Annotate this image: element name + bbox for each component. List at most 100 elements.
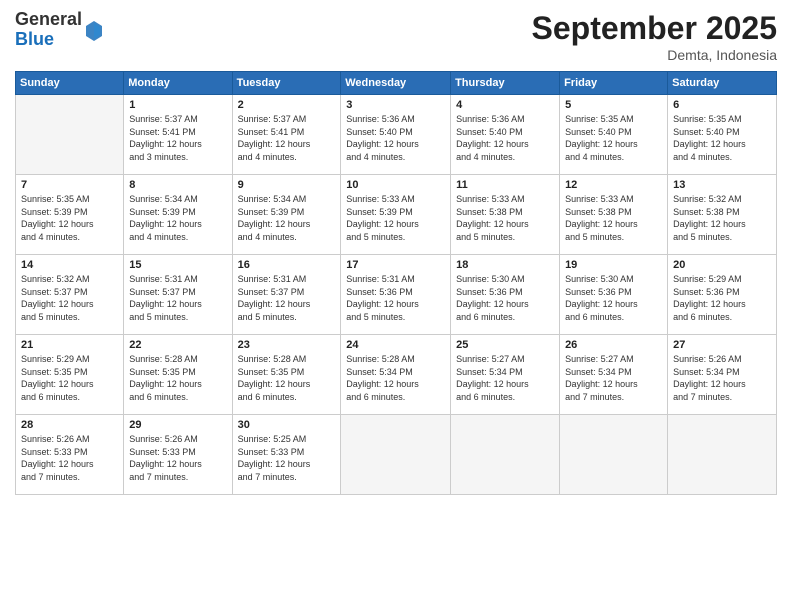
day-number: 18 bbox=[456, 259, 554, 271]
calendar-cell: 10Sunrise: 5:33 AMSunset: 5:39 PMDayligh… bbox=[341, 175, 451, 255]
calendar-cell: 13 Sunrise: 5:32 AMSunset: 5:38 PMDayligh… bbox=[668, 175, 777, 255]
day-info: Sunrise: 5:37 AMSunset: 5:41 PMDaylight:… bbox=[238, 113, 336, 163]
calendar-cell: 5 Sunrise: 5:35 AMSunset: 5:40 PMDaylight… bbox=[560, 95, 668, 175]
day-info: Sunrise: 5:28 AMSunset: 5:34 PMDaylight:… bbox=[346, 353, 445, 403]
calendar-cell: 24 Sunrise: 5:28 AMSunset: 5:34 PMDayligh… bbox=[341, 335, 451, 415]
day-number: 23 bbox=[238, 339, 336, 351]
day-header-monday: Monday bbox=[124, 72, 232, 95]
day-info: Sunrise: 5:29 AMSunset: 5:35 PMDaylight:… bbox=[21, 353, 118, 403]
calendar-cell: 25Sunrise: 5:27 AMSunset: 5:34 PMDayligh… bbox=[451, 335, 560, 415]
day-number: 13 bbox=[673, 179, 771, 191]
day-info: Sunrise: 5:33 AMSunset: 5:38 PMDaylight:… bbox=[456, 193, 554, 243]
title-area: September 2025 Demta, Indonesia bbox=[532, 10, 777, 63]
day-number: 2 bbox=[238, 99, 336, 111]
logo-general: General bbox=[15, 10, 82, 30]
day-info: Sunrise: 5:33 AMSunset: 5:38 PMDaylight:… bbox=[565, 193, 662, 243]
day-info: Sunrise: 5:34 AMSunset: 5:39 PMDaylight:… bbox=[129, 193, 226, 243]
calendar-cell: 23 Sunrise: 5:28 AMSunset: 5:35 PMDayligh… bbox=[232, 335, 341, 415]
logo: General Blue bbox=[15, 10, 103, 50]
calendar-cell: 6 Sunrise: 5:35 AMSunset: 5:40 PMDaylight… bbox=[668, 95, 777, 175]
calendar-cell: 19 Sunrise: 5:30 AMSunset: 5:36 PMDayligh… bbox=[560, 255, 668, 335]
day-number: 17 bbox=[346, 259, 445, 271]
day-info: Sunrise: 5:32 AMSunset: 5:38 PMDaylight:… bbox=[673, 193, 771, 243]
calendar-cell: 7 Sunrise: 5:35 AMSunset: 5:39 PMDaylight… bbox=[16, 175, 124, 255]
page-container: General Blue September 2025 Demta, Indon… bbox=[0, 0, 792, 612]
calendar-cell: 28Sunrise: 5:26 AMSunset: 5:33 PMDayligh… bbox=[16, 415, 124, 495]
day-number: 19 bbox=[565, 259, 662, 271]
day-number: 12 bbox=[565, 179, 662, 191]
location-subtitle: Demta, Indonesia bbox=[532, 47, 777, 63]
day-header-thursday: Thursday bbox=[451, 72, 560, 95]
calendar-cell: 15 Sunrise: 5:31 AMSunset: 5:37 PMDayligh… bbox=[124, 255, 232, 335]
day-header-tuesday: Tuesday bbox=[232, 72, 341, 95]
day-info: Sunrise: 5:36 AMSunset: 5:40 PMDaylight:… bbox=[456, 113, 554, 163]
day-info: Sunrise: 5:33 AMSunset: 5:39 PMDaylight:… bbox=[346, 193, 445, 243]
day-info: Sunrise: 5:30 AMSunset: 5:36 PMDaylight:… bbox=[456, 273, 554, 323]
calendar-cell bbox=[16, 95, 124, 175]
day-info: Sunrise: 5:35 AMSunset: 5:40 PMDaylight:… bbox=[673, 113, 771, 163]
calendar-cell: 12 Sunrise: 5:33 AMSunset: 5:38 PMDayligh… bbox=[560, 175, 668, 255]
day-number: 30 bbox=[238, 419, 336, 431]
logo-icon bbox=[85, 20, 103, 42]
calendar-cell bbox=[668, 415, 777, 495]
day-info: Sunrise: 5:32 AMSunset: 5:37 PMDaylight:… bbox=[21, 273, 118, 323]
calendar-cell: 8Sunrise: 5:34 AMSunset: 5:39 PMDaylight… bbox=[124, 175, 232, 255]
day-number: 27 bbox=[673, 339, 771, 351]
logo-blue: Blue bbox=[15, 30, 82, 50]
header: General Blue September 2025 Demta, Indon… bbox=[15, 10, 777, 63]
day-number: 24 bbox=[346, 339, 445, 351]
day-info: Sunrise: 5:26 AMSunset: 5:33 PMDaylight:… bbox=[129, 433, 226, 483]
day-number: 28 bbox=[21, 419, 118, 431]
day-number: 29 bbox=[129, 419, 226, 431]
day-header-sunday: Sunday bbox=[16, 72, 124, 95]
calendar-cell bbox=[560, 415, 668, 495]
day-number: 26 bbox=[565, 339, 662, 351]
day-info: Sunrise: 5:30 AMSunset: 5:36 PMDaylight:… bbox=[565, 273, 662, 323]
calendar-cell: 17Sunrise: 5:31 AMSunset: 5:36 PMDayligh… bbox=[341, 255, 451, 335]
calendar-cell: 2 Sunrise: 5:37 AMSunset: 5:41 PMDaylight… bbox=[232, 95, 341, 175]
day-number: 4 bbox=[456, 99, 554, 111]
day-info: Sunrise: 5:34 AMSunset: 5:39 PMDaylight:… bbox=[238, 193, 336, 243]
day-number: 22 bbox=[129, 339, 226, 351]
day-header-saturday: Saturday bbox=[668, 72, 777, 95]
day-number: 11 bbox=[456, 179, 554, 191]
day-number: 21 bbox=[21, 339, 118, 351]
day-number: 20 bbox=[673, 259, 771, 271]
day-info: Sunrise: 5:36 AMSunset: 5:40 PMDaylight:… bbox=[346, 113, 445, 163]
day-number: 16 bbox=[238, 259, 336, 271]
week-row-2: 7 Sunrise: 5:35 AMSunset: 5:39 PMDaylight… bbox=[16, 175, 777, 255]
calendar-cell: 21 Sunrise: 5:29 AMSunset: 5:35 PMDayligh… bbox=[16, 335, 124, 415]
day-number: 5 bbox=[565, 99, 662, 111]
calendar-cell bbox=[341, 415, 451, 495]
calendar-cell: 4 Sunrise: 5:36 AMSunset: 5:40 PMDaylight… bbox=[451, 95, 560, 175]
day-info: Sunrise: 5:27 AMSunset: 5:34 PMDaylight:… bbox=[565, 353, 662, 403]
calendar-header-row: SundayMondayTuesdayWednesdayThursdayFrid… bbox=[16, 72, 777, 95]
calendar-cell bbox=[451, 415, 560, 495]
calendar-cell: 3 Sunrise: 5:36 AMSunset: 5:40 PMDaylight… bbox=[341, 95, 451, 175]
day-info: Sunrise: 5:28 AMSunset: 5:35 PMDaylight:… bbox=[129, 353, 226, 403]
day-number: 14 bbox=[21, 259, 118, 271]
day-number: 3 bbox=[346, 99, 445, 111]
day-number: 1 bbox=[129, 99, 226, 111]
day-info: Sunrise: 5:28 AMSunset: 5:35 PMDaylight:… bbox=[238, 353, 336, 403]
day-info: Sunrise: 5:29 AMSunset: 5:36 PMDaylight:… bbox=[673, 273, 771, 323]
calendar-cell: 9 Sunrise: 5:34 AMSunset: 5:39 PMDaylight… bbox=[232, 175, 341, 255]
calendar-table: SundayMondayTuesdayWednesdayThursdayFrid… bbox=[15, 71, 777, 495]
calendar-cell: 1Sunrise: 5:37 AMSunset: 5:41 PMDaylight… bbox=[124, 95, 232, 175]
calendar-cell: 16Sunrise: 5:31 AMSunset: 5:37 PMDayligh… bbox=[232, 255, 341, 335]
calendar-cell: 20 Sunrise: 5:29 AMSunset: 5:36 PMDayligh… bbox=[668, 255, 777, 335]
day-info: Sunrise: 5:27 AMSunset: 5:34 PMDaylight:… bbox=[456, 353, 554, 403]
day-number: 7 bbox=[21, 179, 118, 191]
week-row-3: 14 Sunrise: 5:32 AMSunset: 5:37 PMDayligh… bbox=[16, 255, 777, 335]
day-number: 6 bbox=[673, 99, 771, 111]
day-info: Sunrise: 5:35 AMSunset: 5:40 PMDaylight:… bbox=[565, 113, 662, 163]
calendar-cell: 22 Sunrise: 5:28 AMSunset: 5:35 PMDayligh… bbox=[124, 335, 232, 415]
month-title: September 2025 bbox=[532, 10, 777, 47]
day-number: 9 bbox=[238, 179, 336, 191]
day-header-friday: Friday bbox=[560, 72, 668, 95]
day-info: Sunrise: 5:31 AMSunset: 5:37 PMDaylight:… bbox=[129, 273, 226, 323]
week-row-5: 28 Sunrise: 5:26 AMSunset: 5:33 PMDayligh… bbox=[16, 415, 777, 495]
calendar-cell: 29 Sunrise: 5:26 AMSunset: 5:33 PMDayligh… bbox=[124, 415, 232, 495]
day-number: 15 bbox=[129, 259, 226, 271]
day-info: Sunrise: 5:35 AMSunset: 5:39 PMDaylight:… bbox=[21, 193, 118, 243]
